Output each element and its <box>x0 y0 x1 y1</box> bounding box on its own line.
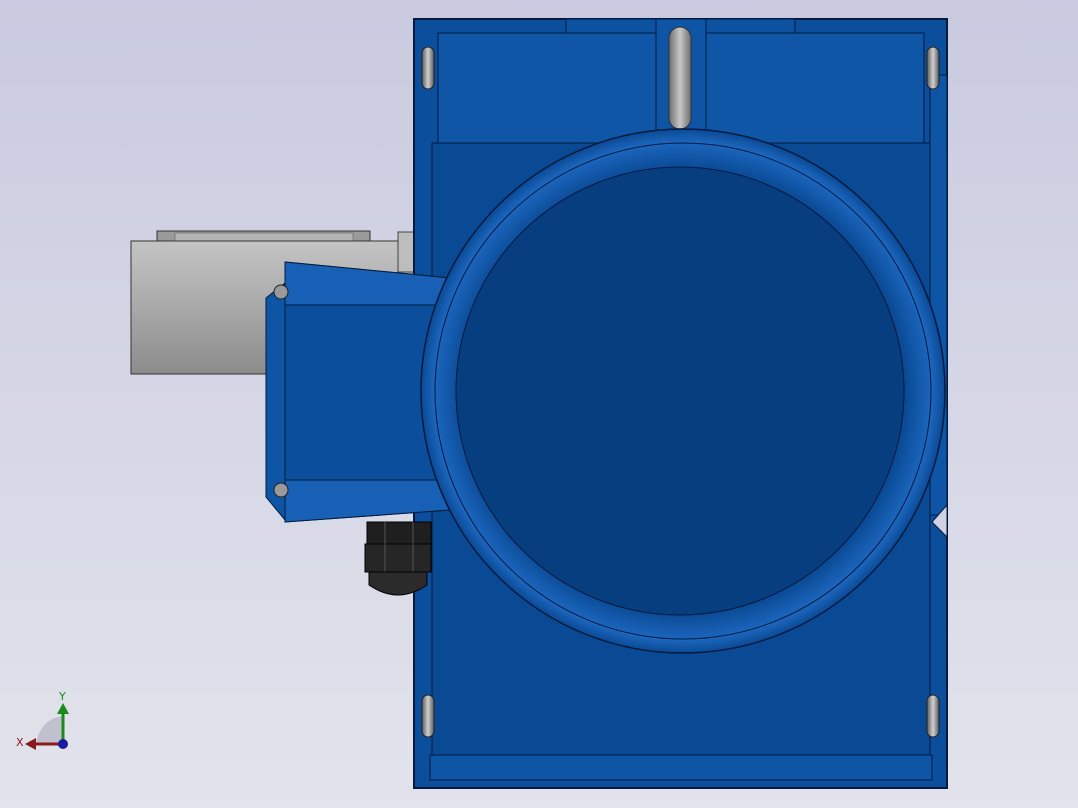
gray-adapter-flange-inner <box>174 232 354 242</box>
housing-top-slot-right <box>704 18 796 34</box>
cable-gland-nut-lower <box>364 543 432 573</box>
triad-label-y: Y <box>58 690 66 703</box>
housing-bottom-band <box>429 754 933 781</box>
junction-screw-bottom <box>273 482 289 498</box>
bolt-bottom-left <box>421 694 435 738</box>
cable-gland[interactable] <box>364 521 432 596</box>
junction-screw-top <box>273 284 289 300</box>
cable-gland-nut-top <box>366 521 432 545</box>
triad-label-x: X <box>16 736 24 749</box>
housing-top-slot-left <box>565 18 657 34</box>
lifting-hook[interactable] <box>668 26 692 130</box>
bolt-top-left <box>421 46 435 90</box>
bolt-bottom-right <box>926 694 940 738</box>
round-lid[interactable] <box>420 128 946 654</box>
bolt-top-right <box>926 46 940 90</box>
lid-inner-face <box>455 166 905 616</box>
lifting-hook-bar <box>668 26 692 130</box>
triad-z-axis <box>58 739 68 749</box>
cad-viewport[interactable]: X Y <box>0 0 1078 808</box>
